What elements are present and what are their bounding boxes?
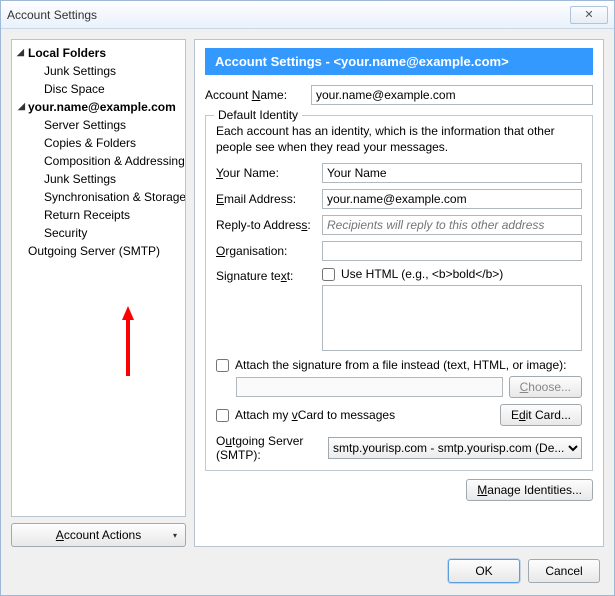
email-label: Email Address: <box>216 192 316 206</box>
account-actions-button[interactable]: Account Actions ▾ <box>11 523 186 547</box>
tree-item-junk-settings[interactable]: Junk Settings <box>14 62 183 80</box>
tree-item-return-receipts[interactable]: Return Receipts <box>14 206 183 224</box>
chevron-down-icon: ◢ <box>18 101 25 112</box>
dialog-footer: OK Cancel <box>1 547 614 595</box>
account-actions-label: Account Actions <box>56 528 141 542</box>
identity-legend: Default Identity <box>214 108 302 122</box>
attach-file-checkbox[interactable] <box>216 359 229 372</box>
reply-to-label: Reply-to Address: <box>216 218 316 232</box>
signature-label: Signature text: <box>216 267 316 283</box>
tree-item-copies-folders[interactable]: Copies & Folders <box>14 134 183 152</box>
attach-vcard-label: Attach my vCard to messages <box>235 408 395 422</box>
edit-card-button[interactable]: Edit Card... <box>500 404 582 426</box>
attach-file-label: Attach the signature from a file instead… <box>235 358 566 372</box>
use-html-checkbox[interactable] <box>322 268 335 281</box>
account-name-label: Account Name: <box>205 88 305 102</box>
content-area: ◢ Local Folders Junk Settings Disc Space… <box>1 29 614 547</box>
email-input[interactable] <box>322 189 582 209</box>
account-settings-window: Account Settings ✕ ◢ Local Folders Junk … <box>0 0 615 596</box>
close-button[interactable]: ✕ <box>570 6 608 24</box>
identity-description: Each account has an identity, which is t… <box>216 124 582 155</box>
tree-item-disc-space[interactable]: Disc Space <box>14 80 183 98</box>
tree-account[interactable]: ◢ your.name@example.com <box>14 98 183 116</box>
tree-item-server-settings[interactable]: Server Settings <box>14 116 183 134</box>
panel-header: Account Settings - <your.name@example.co… <box>205 48 593 75</box>
tree-item-sync-storage[interactable]: Synchronisation & Storage <box>14 188 183 206</box>
tree-item-junk-settings-acct[interactable]: Junk Settings <box>14 170 183 188</box>
your-name-label: Your Name: <box>216 166 316 180</box>
tree-item-outgoing-smtp[interactable]: Outgoing Server (SMTP) <box>14 242 183 260</box>
signature-file-input[interactable] <box>236 377 503 397</box>
smtp-select[interactable]: smtp.yourisp.com - smtp.yourisp.com (De.… <box>328 437 582 459</box>
titlebar: Account Settings ✕ <box>1 1 614 29</box>
choose-button[interactable]: Choose... <box>509 376 582 398</box>
sidebar: ◢ Local Folders Junk Settings Disc Space… <box>11 39 186 547</box>
your-name-input[interactable] <box>322 163 582 183</box>
organisation-label: Organisation: <box>216 244 316 258</box>
smtp-label: Outgoing Server (SMTP): <box>216 434 322 462</box>
attach-vcard-checkbox[interactable] <box>216 409 229 422</box>
account-tree: ◢ Local Folders Junk Settings Disc Space… <box>11 39 186 517</box>
cancel-button[interactable]: Cancel <box>528 559 600 583</box>
organisation-input[interactable] <box>322 241 582 261</box>
default-identity-group: Default Identity Each account has an ide… <box>205 115 593 471</box>
reply-to-input[interactable] <box>322 215 582 235</box>
signature-textarea[interactable] <box>322 285 582 351</box>
manage-identities-button[interactable]: Manage Identities... <box>466 479 593 501</box>
use-html-label: Use HTML (e.g., <b>bold</b>) <box>341 267 503 281</box>
window-title: Account Settings <box>7 8 97 22</box>
chevron-down-icon: ◢ <box>17 47 24 58</box>
tree-local-folders[interactable]: ◢ Local Folders <box>14 44 183 62</box>
chevron-down-icon: ▾ <box>173 531 177 540</box>
main-panel: Account Settings - <your.name@example.co… <box>194 39 604 547</box>
ok-button[interactable]: OK <box>448 559 520 583</box>
tree-item-security[interactable]: Security <box>14 224 183 242</box>
tree-item-composition[interactable]: Composition & Addressing <box>14 152 183 170</box>
close-icon: ✕ <box>584 8 593 21</box>
account-name-input[interactable] <box>311 85 593 105</box>
